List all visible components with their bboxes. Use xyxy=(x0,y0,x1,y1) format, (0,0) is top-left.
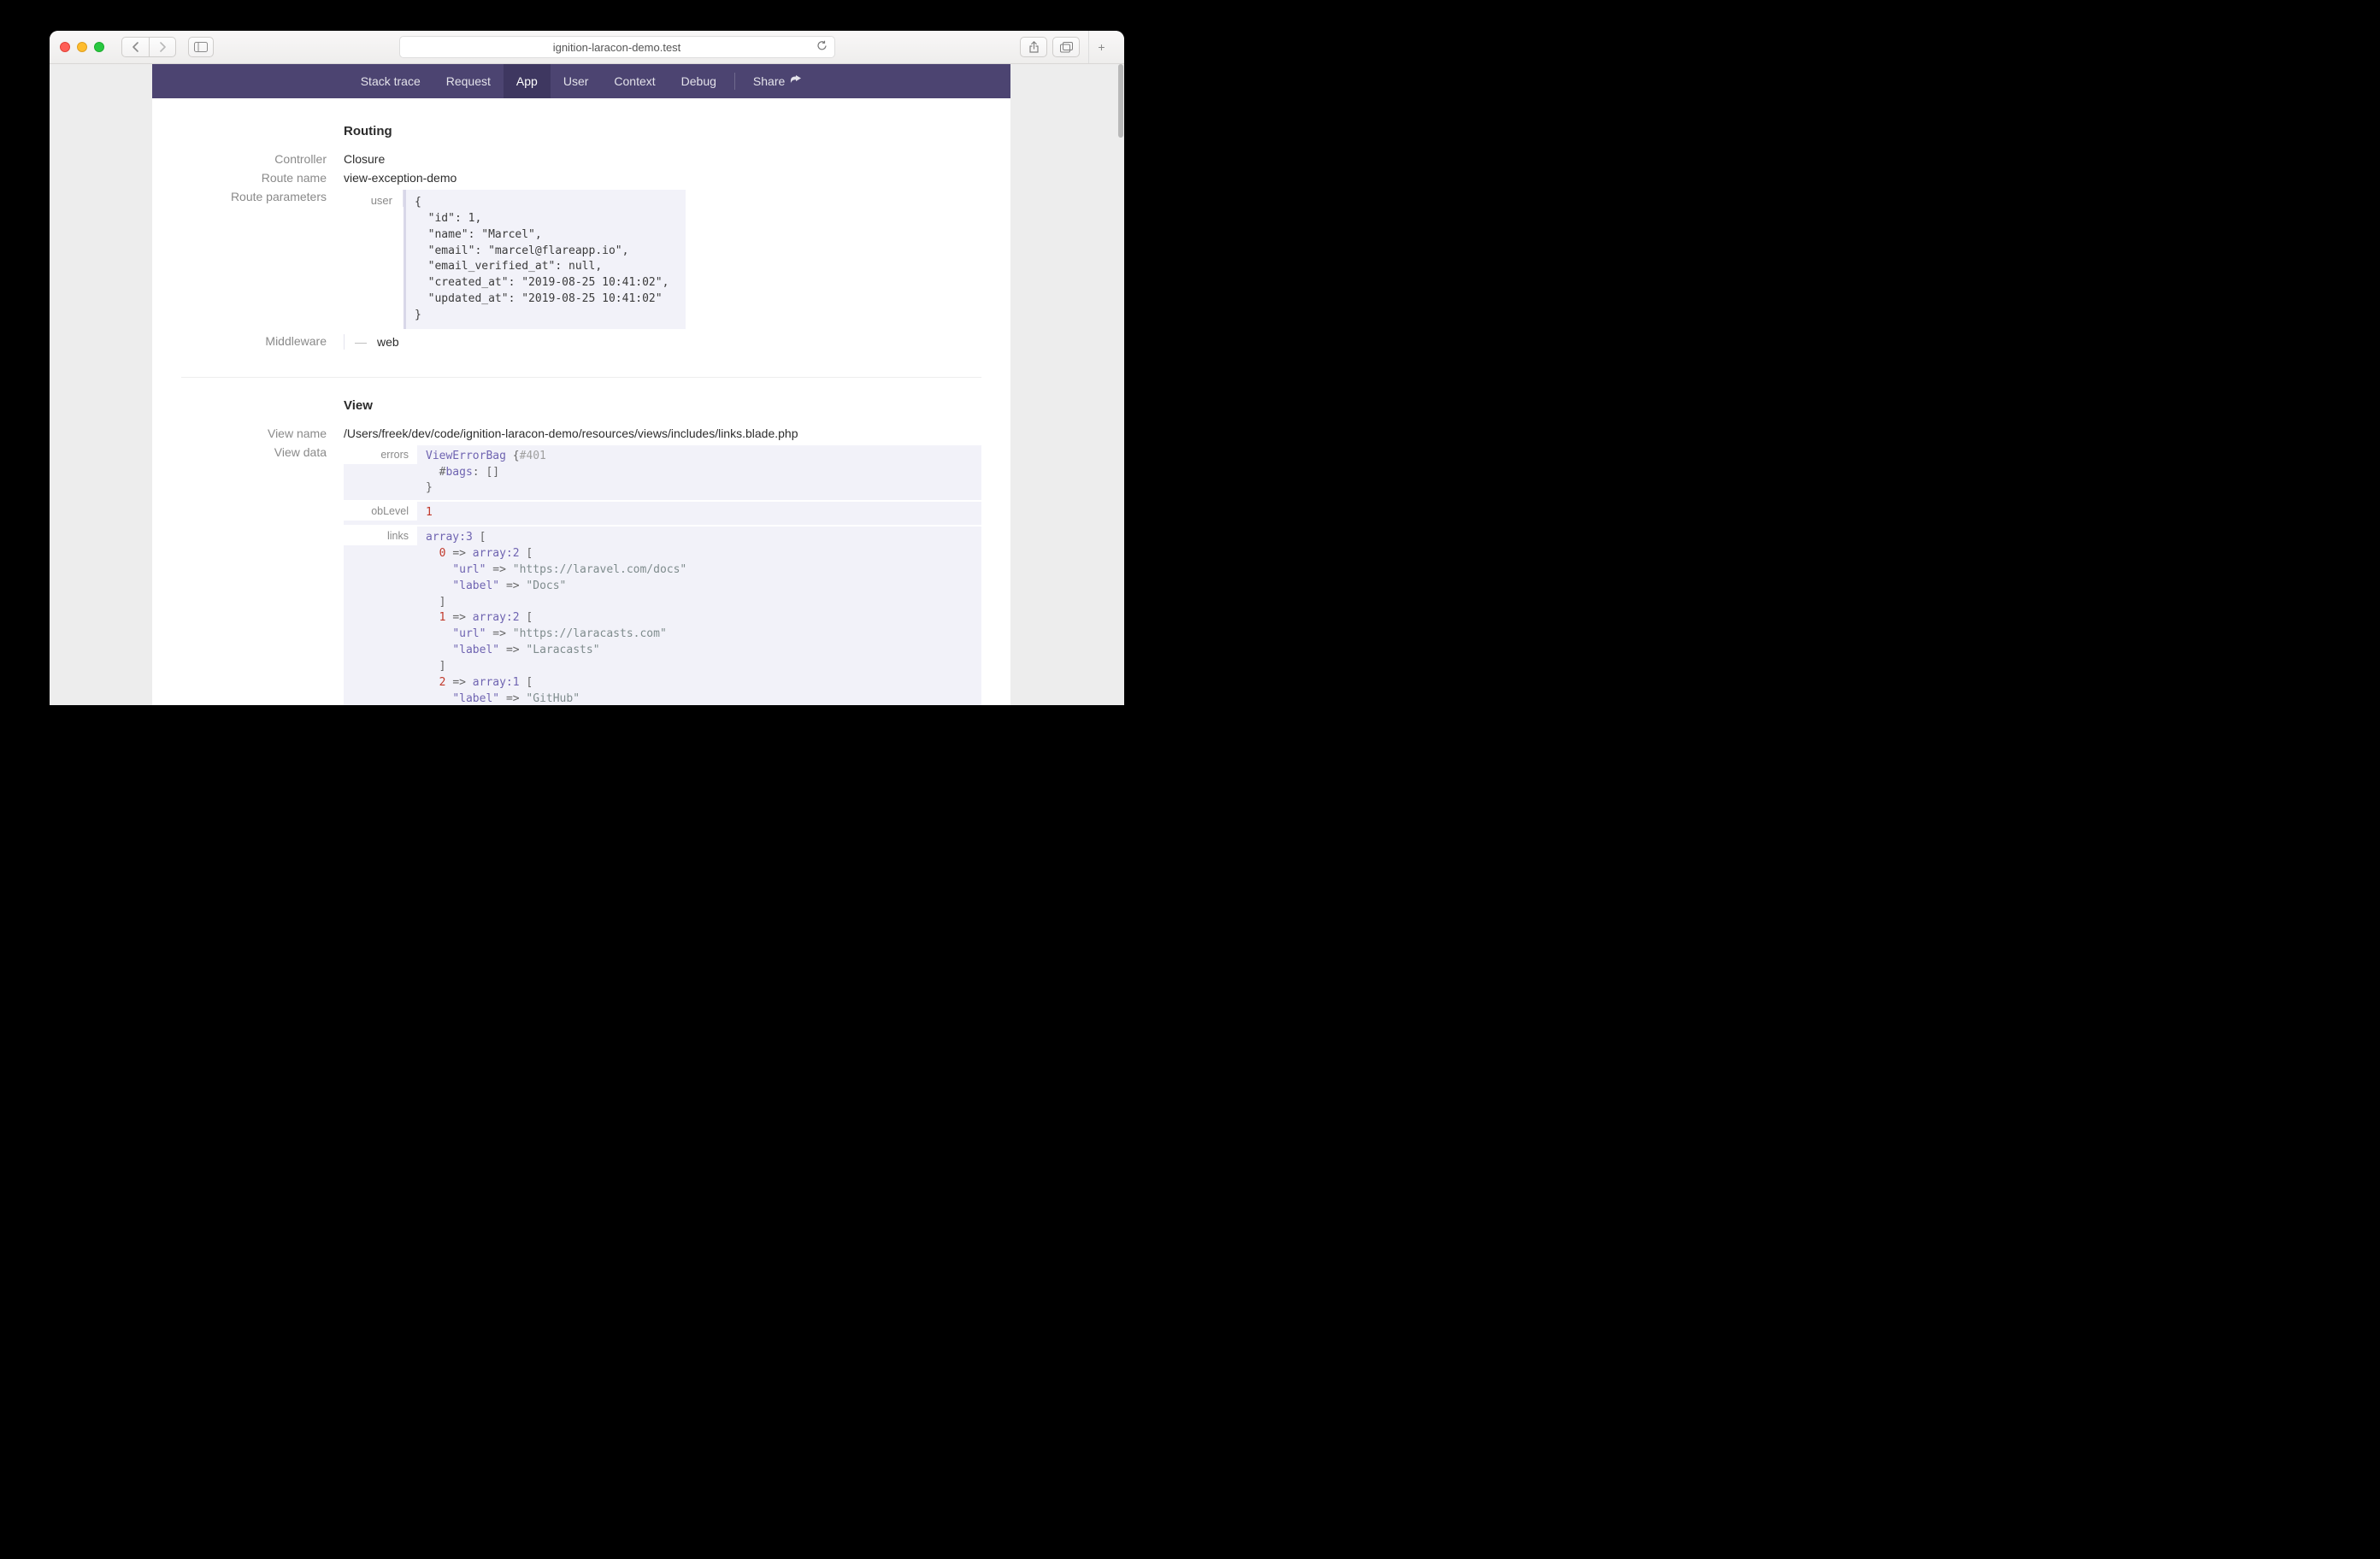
back-button[interactable] xyxy=(121,37,149,57)
vd-value-links: array:3 [ 0 => array:2 [ "url" => "https… xyxy=(417,527,981,705)
label-view-data: View data xyxy=(181,445,344,459)
value-controller: Closure xyxy=(344,152,981,166)
value-view-name: /Users/freek/dev/code/ignition-laracon-d… xyxy=(344,427,981,440)
minimize-window-button[interactable] xyxy=(77,42,87,52)
tab-request[interactable]: Request xyxy=(433,64,504,98)
view-title: View xyxy=(344,398,981,413)
label-route-name: Route name xyxy=(181,171,344,185)
address-bar-text: ignition-laracon-demo.test xyxy=(553,41,681,54)
row-view-name: View name /Users/freek/dev/code/ignition… xyxy=(181,427,981,440)
vd-value-errors: ViewErrorBag {#401 #bags: [] } xyxy=(417,445,981,501)
content: Routing Controller Closure Route name vi… xyxy=(152,98,1010,705)
main-tabs: Stack trace Request App User Context Deb… xyxy=(152,64,1010,98)
tab-stack-trace[interactable]: Stack trace xyxy=(348,64,433,98)
browser-window: ignition-laracon-demo.test + Stack trace… xyxy=(50,31,1124,705)
share-toolbar-button[interactable] xyxy=(1020,37,1047,57)
share-label: Share xyxy=(753,74,785,88)
reload-icon[interactable] xyxy=(816,40,828,54)
vd-label-oblevel: obLevel xyxy=(344,502,417,521)
label-route-parameters: Route parameters xyxy=(181,190,344,203)
section-routing: Routing Controller Closure Route name vi… xyxy=(181,124,981,372)
tab-divider xyxy=(734,73,735,90)
nav-buttons xyxy=(121,37,176,57)
forward-button[interactable] xyxy=(149,37,176,57)
row-view-data: View data errors ViewErrorBag {#401 #bag… xyxy=(181,445,981,705)
new-tab-button[interactable]: + xyxy=(1088,31,1114,63)
tab-context[interactable]: Context xyxy=(601,64,668,98)
value-route-name: view-exception-demo xyxy=(344,171,981,185)
label-view-name: View name xyxy=(181,427,344,440)
close-window-button[interactable] xyxy=(60,42,70,52)
route-params-json: { "id": 1, "name": "Marcel", "email": "m… xyxy=(404,190,686,329)
tabs-overview-button[interactable] xyxy=(1052,37,1080,57)
tab-share[interactable]: Share xyxy=(740,64,815,98)
viewport: Stack trace Request App User Context Deb… xyxy=(50,64,1124,705)
share-icon xyxy=(790,74,802,88)
label-middleware: Middleware xyxy=(181,334,344,348)
sidebar-toggle-button[interactable] xyxy=(188,37,214,57)
toolbar-right: + xyxy=(1020,31,1114,63)
scrollbar[interactable] xyxy=(1118,64,1124,705)
row-route-parameters: Route parameters user { "id": 1, "name":… xyxy=(181,190,981,329)
tab-app[interactable]: App xyxy=(504,64,551,98)
section-view: View View name /Users/freek/dev/code/ign… xyxy=(181,377,981,705)
row-route-name: Route name view-exception-demo xyxy=(181,171,981,185)
row-middleware: Middleware — web xyxy=(181,334,981,350)
middleware-value: web xyxy=(377,335,399,349)
maximize-window-button[interactable] xyxy=(94,42,104,52)
tab-user[interactable]: User xyxy=(551,64,602,98)
page: Stack trace Request App User Context Deb… xyxy=(152,64,1010,705)
sublabel-user: user xyxy=(344,190,404,207)
window-controls xyxy=(60,42,104,52)
vd-label-links: links xyxy=(344,527,417,545)
viewdata-errors: errors ViewErrorBag {#401 #bags: [] } xyxy=(344,445,981,501)
vd-value-oblevel: 1 xyxy=(417,502,981,525)
row-controller: Controller Closure xyxy=(181,152,981,166)
label-controller: Controller xyxy=(181,152,344,166)
scrollbar-thumb[interactable] xyxy=(1118,64,1123,138)
viewdata-links: links array:3 [ 0 => array:2 [ "url" => … xyxy=(344,527,981,705)
address-bar[interactable]: ignition-laracon-demo.test xyxy=(399,36,835,58)
routing-title: Routing xyxy=(344,124,981,138)
viewdata-oblevel: obLevel 1 xyxy=(344,502,981,525)
titlebar: ignition-laracon-demo.test + xyxy=(50,31,1124,64)
tab-debug[interactable]: Debug xyxy=(669,64,729,98)
middleware-dash: — xyxy=(345,335,377,349)
vd-label-errors: errors xyxy=(344,445,417,464)
